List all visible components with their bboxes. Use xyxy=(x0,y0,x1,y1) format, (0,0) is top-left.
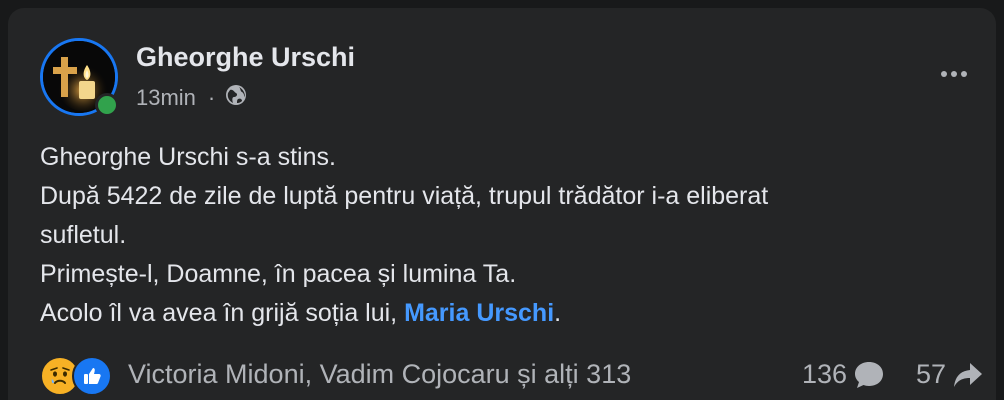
more-dot xyxy=(961,71,967,77)
post-line: sufletul. xyxy=(40,221,127,249)
comments-count[interactable]: 136 xyxy=(802,359,885,390)
reaction-icons[interactable] xyxy=(40,356,112,396)
post-timestamp[interactable]: 13min xyxy=(136,85,196,111)
comment-bubble-icon xyxy=(855,361,884,388)
post-body: Gheorghe Urschi s-a stins. După 5422 de … xyxy=(40,138,980,333)
post-card: Gheorghe Urschi 13min · Gheorghe Urschi … xyxy=(8,8,996,400)
more-dot xyxy=(951,71,957,77)
shares-count[interactable]: 57 xyxy=(916,359,984,390)
globe-icon[interactable] xyxy=(225,84,247,112)
like-icon xyxy=(72,356,112,396)
post-line: Gheorghe Urschi s-a stins. xyxy=(40,143,336,171)
post-footer: Victoria Midoni, Vadim Cojocaru și alți … xyxy=(40,352,983,396)
more-dot xyxy=(941,71,947,77)
share-arrow-icon xyxy=(954,362,983,387)
share-count-text: 57 xyxy=(916,359,947,389)
more-options-button[interactable] xyxy=(928,58,980,90)
post-line: Primește-l, Doamne, în pacea și lumina T… xyxy=(40,260,517,288)
comment-count-text: 136 xyxy=(802,359,848,389)
author-name[interactable]: Gheorghe Urschi xyxy=(136,42,355,73)
mention-link[interactable]: Maria Urschi xyxy=(404,299,554,327)
online-status-dot xyxy=(95,93,119,117)
post-line: După 5422 de zile de luptă pentru viață,… xyxy=(40,182,769,210)
post-line-last: Acolo îl va avea în grijă soția lui, Mar… xyxy=(40,294,980,333)
post-meta: 13min · xyxy=(136,84,247,112)
profile-avatar[interactable] xyxy=(40,38,119,117)
post-line-suffix: . xyxy=(554,299,562,327)
post-line-prefix: Acolo îl va avea în grijă soția lui, xyxy=(40,299,405,327)
meta-separator: · xyxy=(207,85,216,110)
reactors-summary[interactable]: Victoria Midoni, Vadim Cojocaru și alți … xyxy=(128,359,631,390)
